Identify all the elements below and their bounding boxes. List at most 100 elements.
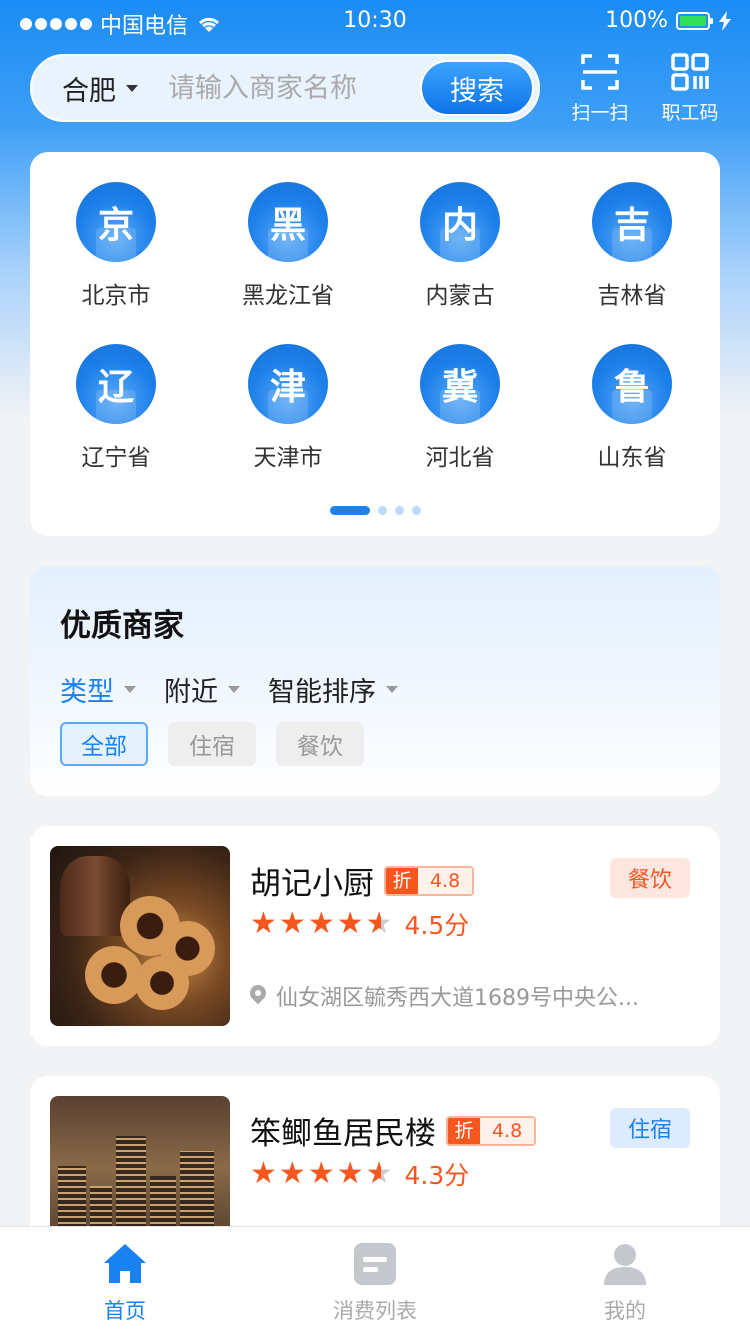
status-right: 100% — [605, 8, 732, 33]
province-item-neimenggu[interactable]: 内 内蒙古 — [395, 182, 525, 310]
province-badge: 内 — [420, 182, 500, 262]
qr-code-icon — [670, 52, 710, 92]
search-bar: 合肥 搜索 — [30, 54, 540, 122]
filter-sort[interactable]: 智能排序 — [268, 670, 398, 709]
discount-mark: 折 — [386, 867, 418, 894]
discount-mark: 折 — [448, 1117, 480, 1144]
category-tag: 住宿 — [610, 1108, 690, 1148]
scan-icon — [580, 52, 620, 92]
filter-nearby[interactable]: 附近 — [164, 670, 240, 709]
merchant-address: 仙女湖区毓秀西大道1689号中央公... — [250, 980, 680, 1012]
address-text: 仙女湖区毓秀西大道1689号中央公... — [276, 986, 639, 1011]
star-icon: ★ — [336, 1156, 364, 1191]
chip-lodging[interactable]: 住宿 — [168, 722, 256, 766]
page-dot — [411, 506, 421, 515]
province-item-hebei[interactable]: 冀 河北省 — [395, 344, 525, 472]
province-label: 北京市 — [81, 283, 151, 309]
province-badge: 鲁 — [592, 344, 672, 424]
staff-code-label: 职工码 — [661, 102, 719, 124]
battery-percent: 100% — [605, 8, 668, 33]
star-icon: ★ — [307, 906, 335, 941]
province-grid: 京 北京市 黑 黑龙江省 内 内蒙古 吉 吉林省 辽 辽宁省 津 天津市 冀 河… — [30, 152, 720, 536]
province-label: 河北省 — [425, 445, 495, 471]
filter-label: 附近 — [164, 677, 218, 708]
filter-label: 类型 — [60, 677, 114, 708]
tab-consumption-list[interactable]: 消费列表 — [250, 1227, 500, 1334]
tab-label: 消费列表 — [333, 1299, 417, 1323]
rating: ★ ★ ★ ★ ★ 4.5分 — [250, 906, 469, 942]
star-icon: ★ — [278, 906, 306, 941]
province-label: 吉林省 — [597, 283, 667, 309]
quality-merchants-section: 优质商家 类型 附近 智能排序 全部 住宿 餐饮 — [30, 566, 720, 796]
chevron-down-icon — [126, 84, 138, 92]
charging-icon — [719, 10, 731, 31]
province-label: 内蒙古 — [425, 283, 495, 309]
province-item-tianjin[interactable]: 津 天津市 — [223, 344, 353, 472]
half-star-icon: ★ — [365, 906, 393, 941]
page-indicator — [30, 506, 720, 515]
province-badge: 津 — [248, 344, 328, 424]
star-icon: ★ — [250, 906, 277, 941]
province-label: 天津市 — [253, 445, 323, 471]
merchant-title-row: 胡记小厨 折 4.8 — [250, 858, 475, 903]
merchant-title-row: 笨鲫鱼居民楼 折 4.8 — [250, 1108, 537, 1153]
scan-label: 扫一扫 — [571, 102, 629, 124]
star-icon: ★ — [278, 1156, 306, 1191]
scan-button[interactable]: 扫一扫 — [560, 52, 640, 125]
rating: ★ ★ ★ ★ ★ 4.3分 — [250, 1156, 469, 1192]
tab-label: 我的 — [604, 1299, 646, 1323]
page-dot-active — [329, 506, 370, 515]
half-star-icon: ★ — [365, 1156, 393, 1191]
location-pin-icon — [250, 985, 266, 1007]
tab-label: 首页 — [104, 1299, 146, 1323]
category-tag: 餐饮 — [610, 858, 690, 898]
province-label: 辽宁省 — [81, 445, 151, 471]
page-dot — [394, 506, 404, 515]
category-chips: 全部 住宿 餐饮 — [60, 722, 364, 766]
chip-dining[interactable]: 餐饮 — [276, 722, 364, 766]
profile-icon — [602, 1241, 648, 1287]
status-bar: 中国电信 10:30 100% — [0, 0, 750, 44]
chevron-down-icon — [386, 686, 398, 693]
province-badge: 黑 — [248, 182, 328, 262]
discount-badge: 折 4.8 — [446, 1115, 537, 1146]
filter-label: 智能排序 — [268, 677, 376, 708]
merchant-name: 胡记小厨 — [250, 866, 374, 902]
province-item-shandong[interactable]: 鲁 山东省 — [567, 344, 697, 472]
tab-bar: 首页 消费列表 我的 — [0, 1226, 750, 1334]
tab-mine[interactable]: 我的 — [500, 1227, 750, 1334]
chevron-down-icon — [124, 686, 136, 693]
province-badge: 京 — [76, 182, 156, 262]
chevron-down-icon — [228, 686, 240, 693]
city-label: 合肥 — [62, 75, 116, 107]
province-item-heilongjiang[interactable]: 黑 黑龙江省 — [223, 182, 353, 310]
home-icon — [102, 1241, 148, 1287]
merchant-name: 笨鲫鱼居民楼 — [250, 1116, 436, 1152]
star-icon: ★ — [307, 1156, 335, 1191]
province-item-liaoning[interactable]: 辽 辽宁省 — [51, 344, 181, 472]
discount-rate: 4.8 — [418, 867, 473, 894]
merchant-image — [50, 846, 230, 1026]
section-title: 优质商家 — [60, 600, 184, 645]
rating-score: 4.3分 — [404, 1161, 470, 1190]
star-icon: ★ — [250, 1156, 277, 1191]
province-badge: 吉 — [592, 182, 672, 262]
province-label: 山东省 — [597, 445, 667, 471]
province-item-jilin[interactable]: 吉 吉林省 — [567, 182, 697, 310]
page-dot — [377, 506, 387, 515]
province-badge: 冀 — [420, 344, 500, 424]
discount-badge: 折 4.8 — [384, 865, 475, 896]
merchant-card[interactable]: 胡记小厨 折 4.8 ★ ★ ★ ★ ★ 4.5分 仙女湖区毓秀西大道1689号… — [30, 826, 720, 1046]
list-icon — [352, 1241, 398, 1287]
filter-bar: 类型 附近 智能排序 — [60, 670, 398, 709]
battery-icon — [676, 11, 713, 30]
search-button[interactable]: 搜索 — [420, 60, 534, 116]
city-selector[interactable]: 合肥 — [62, 69, 138, 108]
rating-score: 4.5分 — [404, 911, 470, 940]
filter-type[interactable]: 类型 — [60, 670, 136, 709]
province-item-beijing[interactable]: 京 北京市 — [51, 182, 181, 310]
tab-home[interactable]: 首页 — [0, 1227, 250, 1334]
staff-code-button[interactable]: 职工码 — [650, 52, 730, 125]
chip-all[interactable]: 全部 — [60, 722, 148, 766]
province-badge: 辽 — [76, 344, 156, 424]
